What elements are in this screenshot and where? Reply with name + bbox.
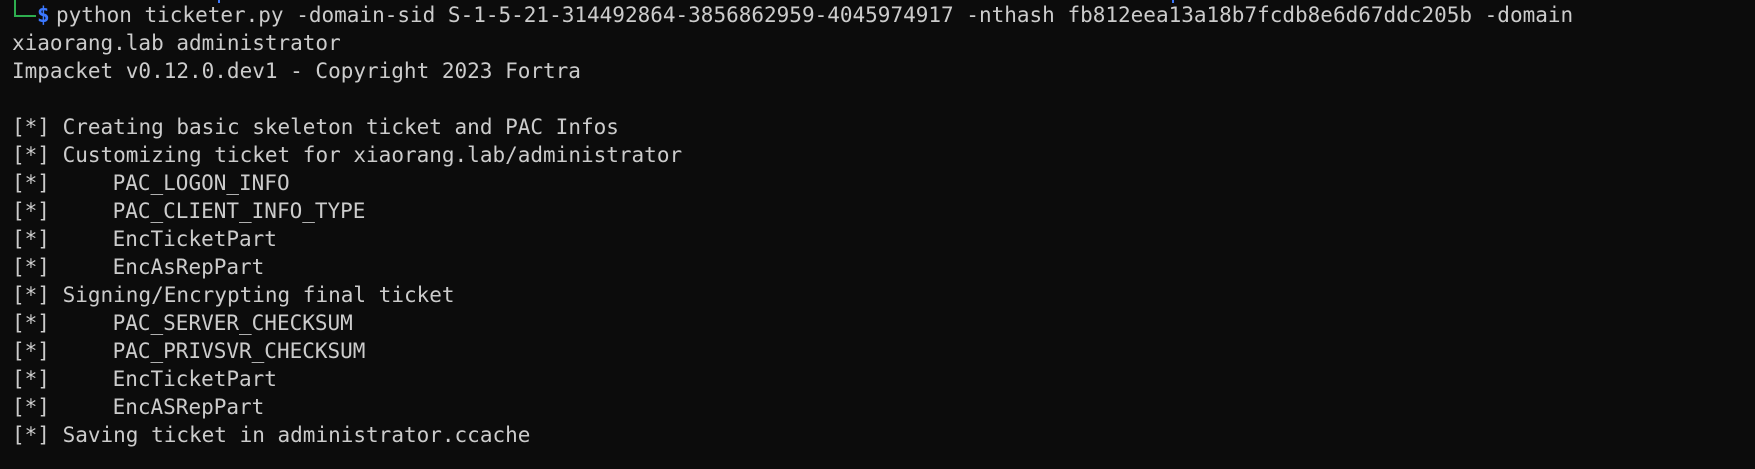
command-wrap-text: xiaorang.lab administrator — [12, 31, 341, 55]
status-tag: [*] — [12, 199, 50, 223]
output-text: EncASRepPart — [112, 395, 265, 419]
banner-line: Impacket v0.12.0.dev1 - Copyright 2023 F… — [0, 57, 1755, 85]
status-tag: [*] — [12, 283, 50, 307]
output-line: [*] Creating basic skeleton ticket and P… — [0, 113, 1755, 141]
remnant-mark — [218, 0, 220, 3]
status-tag: [*] — [12, 367, 50, 391]
status-tag: [*] — [12, 311, 50, 335]
output-line: [*] EncASRepPart — [0, 393, 1755, 421]
status-tag: [*] — [12, 143, 50, 167]
output-text: PAC_SERVER_CHECKSUM — [112, 311, 353, 335]
command-line-wrap: xiaorang.lab administrator — [0, 29, 1755, 57]
output-text: Customizing ticket for xiaorang.lab/admi… — [62, 143, 683, 167]
status-tag: [*] — [12, 395, 50, 419]
output-text: Creating basic skeleton ticket and PAC I… — [62, 115, 619, 139]
prompt-symbol: $ — [37, 3, 50, 27]
status-tag: [*] — [12, 115, 50, 139]
output-line: [*] Customizing ticket for xiaorang.lab/… — [0, 141, 1755, 169]
prompt-corner-icon: $ — [10, 0, 56, 29]
output-line: [*] EncTicketPart — [0, 225, 1755, 253]
banner-text: Impacket v0.12.0.dev1 - Copyright 2023 F… — [12, 59, 581, 83]
output-line: [*] PAC_CLIENT_INFO_TYPE — [0, 197, 1755, 225]
command-text: python ticketer.py -domain-sid S-1-5-21-… — [56, 3, 1574, 27]
output-text: Saving ticket in administrator.ccache — [62, 423, 531, 447]
status-tag: [*] — [12, 255, 50, 279]
terminal-window[interactable]: $ python ticketer.py -domain-sid S-1-5-21… — [0, 0, 1755, 469]
output-line: [*] PAC_LOGON_INFO — [0, 169, 1755, 197]
output-line: [*] Signing/Encrypting final ticket — [0, 281, 1755, 309]
status-tag: [*] — [12, 227, 50, 251]
previous-line-remnant — [0, 0, 1755, 4]
status-tag: [*] — [12, 171, 50, 195]
output-line: [*] EncAsRepPart — [0, 253, 1755, 281]
output-line: [*] PAC_SERVER_CHECKSUM — [0, 309, 1755, 337]
output-text: EncTicketPart — [112, 227, 277, 251]
output-block: [*] Creating basic skeleton ticket and P… — [0, 113, 1755, 449]
output-text: PAC_LOGON_INFO — [112, 171, 290, 195]
output-text: EncAsRepPart — [112, 255, 265, 279]
output-line: [*] Saving ticket in administrator.ccach… — [0, 421, 1755, 449]
output-text: EncTicketPart — [112, 367, 277, 391]
output-text: PAC_CLIENT_INFO_TYPE — [112, 199, 366, 223]
output-text: PAC_PRIVSVR_CHECKSUM — [112, 339, 366, 363]
command-line: $ python ticketer.py -domain-sid S-1-5-21… — [0, 0, 1755, 29]
status-tag: [*] — [12, 339, 50, 363]
status-tag: [*] — [12, 423, 50, 447]
output-line: [*] EncTicketPart — [0, 365, 1755, 393]
output-line: [*] PAC_PRIVSVR_CHECKSUM — [0, 337, 1755, 365]
output-text: Signing/Encrypting final ticket — [62, 283, 455, 307]
remnant-mark — [1172, 0, 1174, 3]
